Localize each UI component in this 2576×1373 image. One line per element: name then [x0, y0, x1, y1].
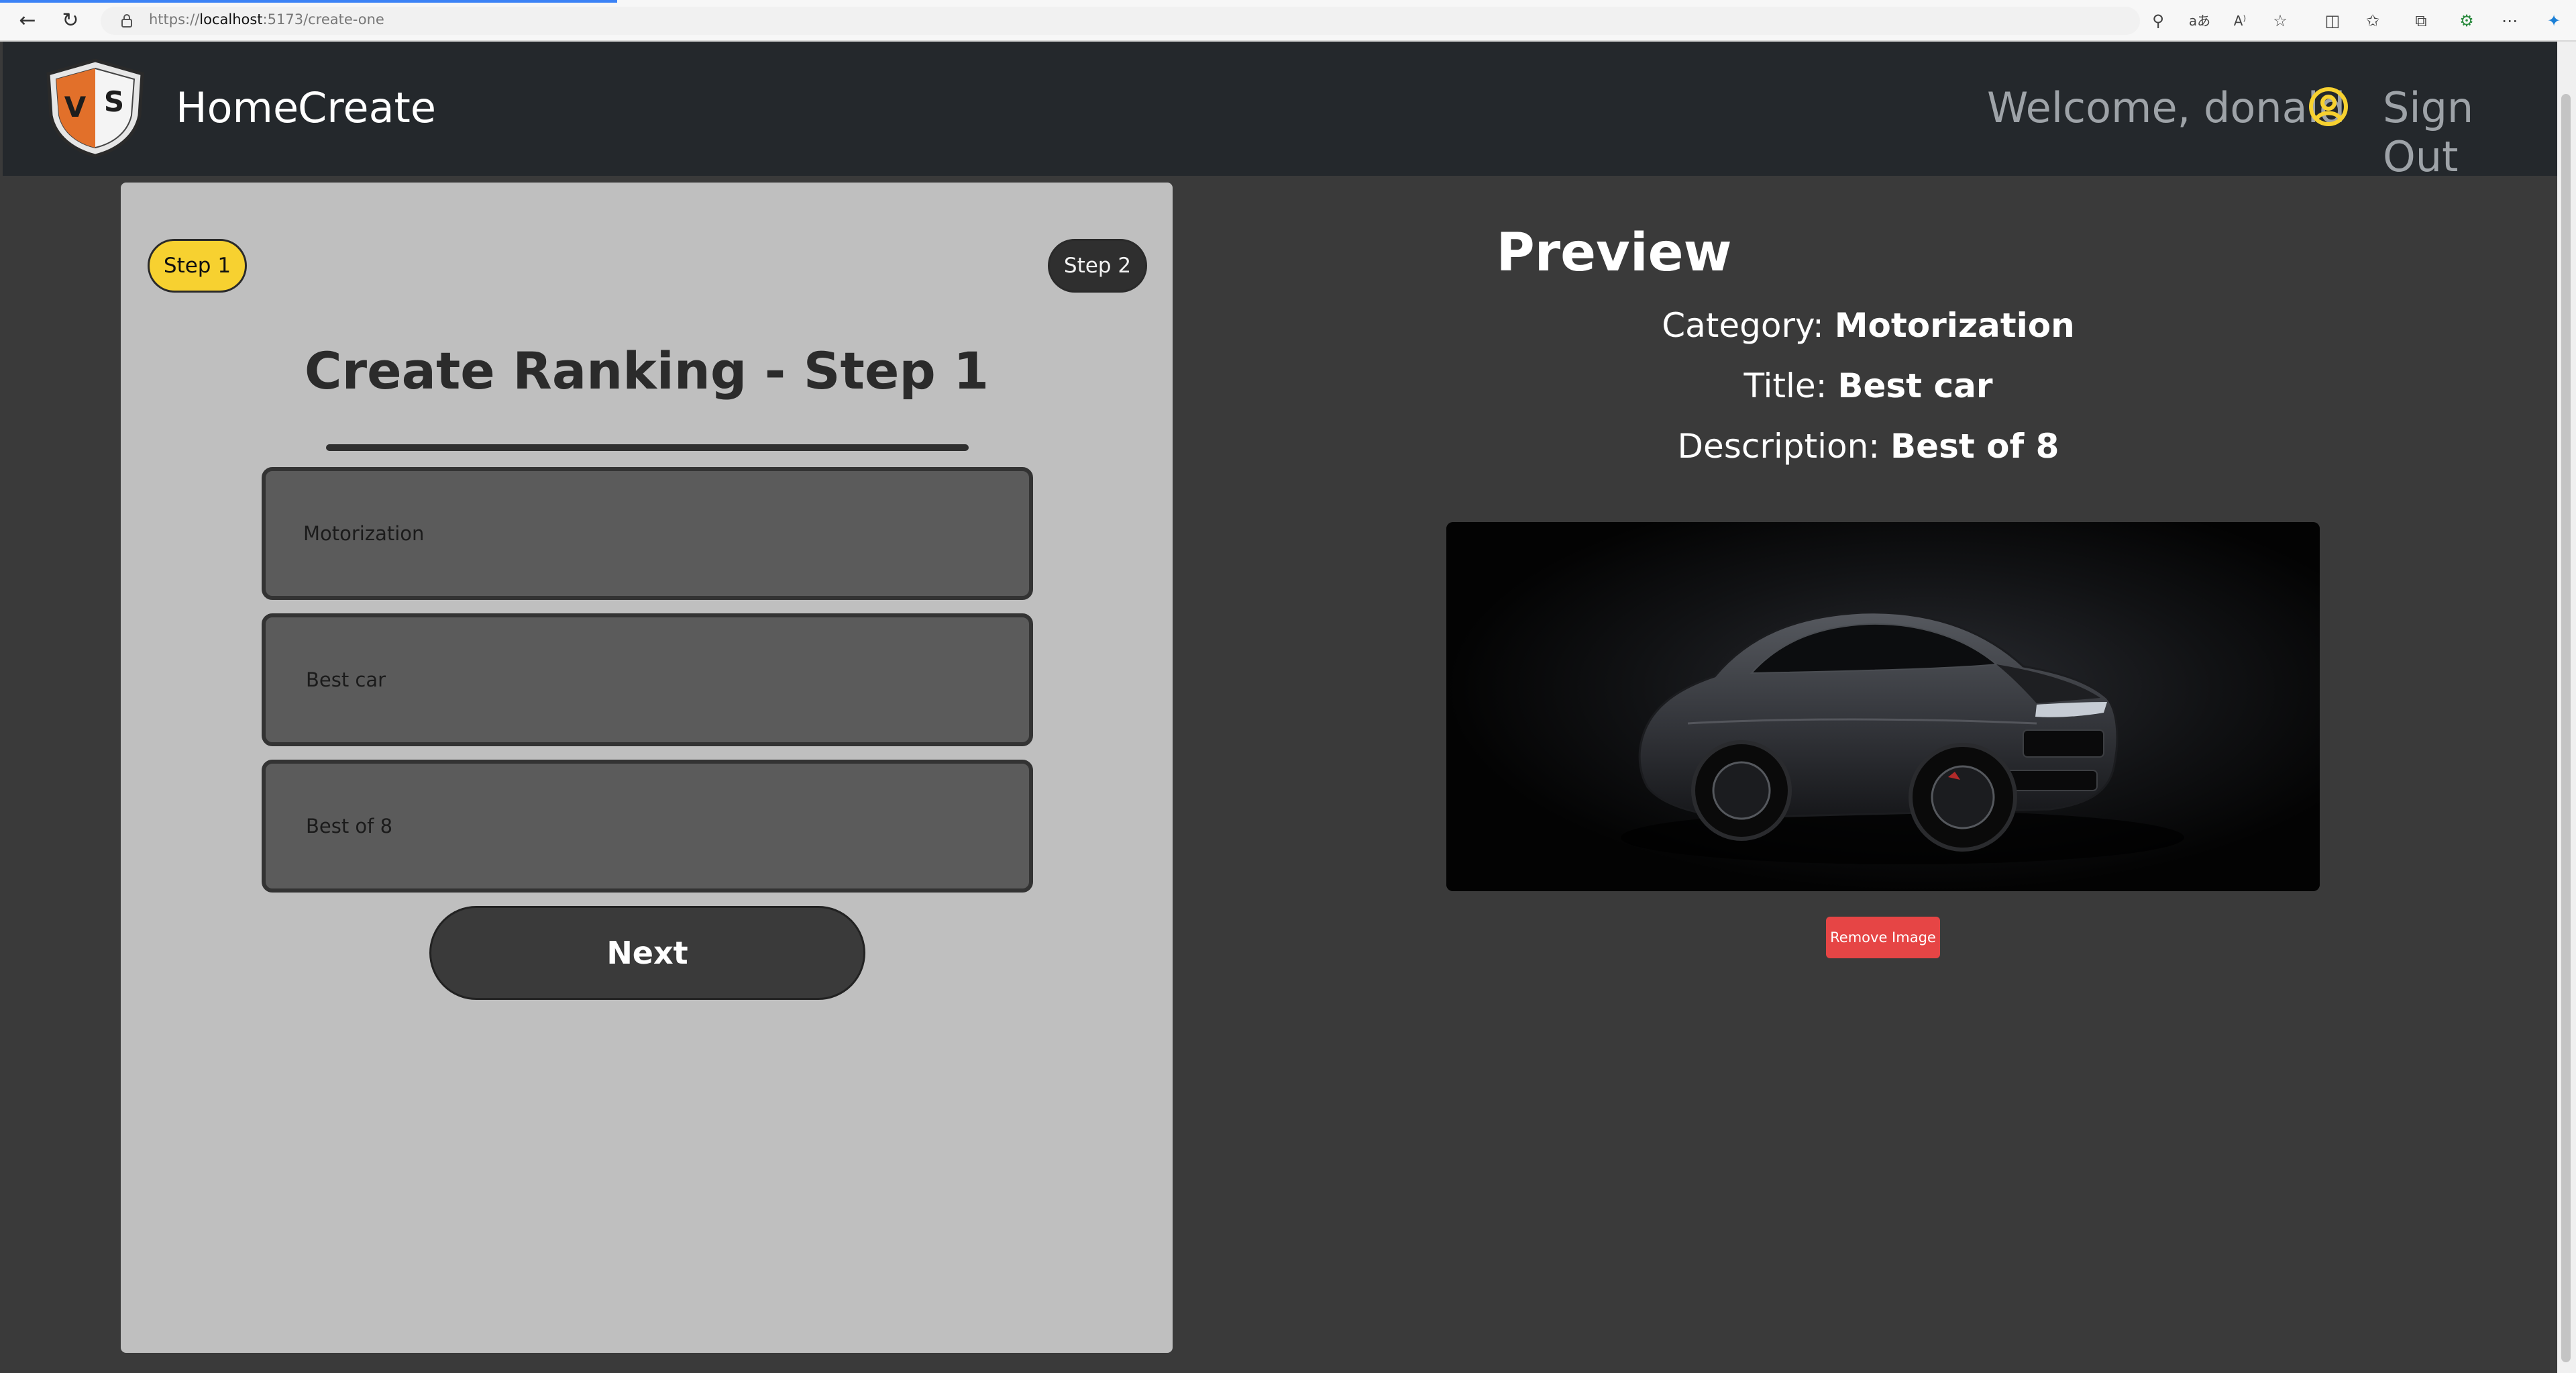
- title-input[interactable]: Best car: [262, 613, 1033, 746]
- category-input[interactable]: Motorization: [262, 467, 1033, 600]
- preview-heading: Preview: [1496, 223, 1732, 283]
- browser-toolbar: ← ↻ https://localhost:5173/create-one ⚲ …: [0, 0, 2576, 42]
- step-2-badge[interactable]: Step 2: [1048, 239, 1147, 293]
- preview-title-value: Best car: [1837, 366, 1993, 405]
- favorite-icon[interactable]: ☆: [2269, 9, 2292, 32]
- key-icon[interactable]: ⚲: [2147, 9, 2169, 32]
- split-screen-icon[interactable]: ◫: [2321, 9, 2344, 32]
- create-ranking-panel: Step 1 Step 2 Create Ranking - Step 1 Mo…: [121, 183, 1173, 1353]
- preview-category-value: Motorization: [1834, 306, 2075, 345]
- read-aloud-icon[interactable]: A⁾: [2229, 9, 2251, 32]
- more-icon[interactable]: ⋯: [2498, 9, 2521, 32]
- address-bar[interactable]: [101, 7, 2140, 35]
- app-header: V S Home Create Welcome, donald Sign Out: [3, 42, 2557, 181]
- url-text[interactable]: https://localhost:5173/create-one: [149, 11, 384, 28]
- user-icon[interactable]: [2308, 86, 2349, 128]
- logo-letter-v: V: [64, 91, 87, 123]
- sign-out-link[interactable]: Sign Out: [2383, 83, 2557, 181]
- step-1-badge[interactable]: Step 1: [148, 239, 247, 293]
- preview-description-label: Description:: [1677, 427, 1891, 466]
- description-input[interactable]: Best of 8: [262, 760, 1033, 893]
- collections-icon[interactable]: ⧉: [2410, 9, 2432, 32]
- preview-category: Category: Motorization: [1181, 306, 2556, 345]
- preview-title-label: Title:: [1743, 366, 1838, 405]
- logo-letter-s: S: [104, 85, 124, 118]
- url-host: localhost: [199, 11, 263, 28]
- extensions-icon[interactable]: ⚙: [2455, 9, 2478, 32]
- translate-icon[interactable]: aあ: [2188, 9, 2211, 32]
- page-loading-bar: [0, 0, 617, 3]
- car-image: [1446, 522, 2320, 891]
- category-input-value: Motorization: [303, 522, 425, 545]
- form-title: Create Ranking - Step 1: [304, 341, 989, 401]
- favorites-icon[interactable]: ✩: [2361, 9, 2384, 32]
- nav-create-link[interactable]: Create: [298, 83, 436, 132]
- nav-home-link[interactable]: Home: [176, 83, 299, 132]
- title-divider: [326, 444, 969, 451]
- next-button[interactable]: Next: [429, 906, 865, 1000]
- url-scheme: https://: [149, 11, 200, 28]
- url-path: :5173/create-one: [262, 11, 384, 28]
- title-input-value: Best car: [306, 668, 386, 691]
- description-input-value: Best of 8: [306, 815, 393, 837]
- lock-icon[interactable]: [119, 13, 134, 28]
- remove-image-button[interactable]: Remove Image: [1826, 917, 1940, 958]
- copilot-icon[interactable]: ✦: [2542, 9, 2565, 32]
- welcome-text: Welcome, donald: [1987, 83, 2346, 132]
- preview-category-label: Category:: [1662, 306, 1835, 345]
- shield-logo-icon[interactable]: V S: [42, 58, 149, 158]
- scrollbar-thumb[interactable]: [2561, 94, 2571, 1362]
- preview-title: Title: Best car: [1181, 366, 2556, 405]
- preview-image: [1446, 522, 2320, 891]
- preview-description-value: Best of 8: [1890, 427, 2059, 466]
- refresh-icon[interactable]: ↻: [59, 9, 82, 32]
- back-icon[interactable]: ←: [16, 9, 39, 32]
- preview-description: Description: Best of 8: [1181, 427, 2556, 466]
